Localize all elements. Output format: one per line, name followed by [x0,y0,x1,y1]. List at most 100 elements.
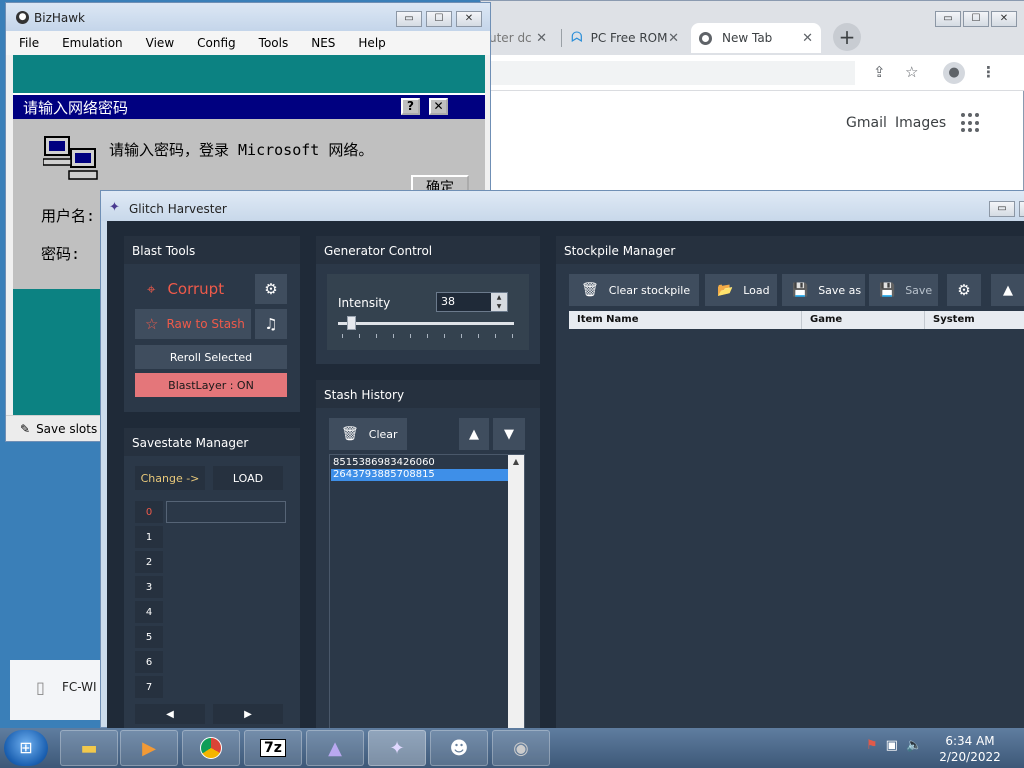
bizhawk-titlebar[interactable]: ● BizHawk ▭ ☐ ✕ [6,3,490,31]
stockpile-save-as-button[interactable]: 💾 Save as [782,274,865,306]
slider-tick [461,334,462,338]
savestate-next-page-button[interactable]: ▶ [213,704,283,724]
savestate-slot-6[interactable]: 6 [135,651,163,673]
glitch-harvester-titlebar[interactable]: ✦ Glitch Harvester ▭ [101,191,1024,221]
chrome-logo-icon [200,737,222,759]
gmail-link[interactable]: Gmail [846,115,887,131]
stockpile-load-button[interactable]: 📂 Load [705,274,777,306]
raw-to-stash-button[interactable]: ☆ Raw to Stash [135,309,251,339]
action-center-flag-icon[interactable]: ⚑ [866,738,878,753]
close-button[interactable]: ✕ [456,11,482,27]
savestate-slot-7[interactable]: 7 [135,676,163,698]
music-button[interactable]: ♫ [255,309,287,339]
taskbar-7zip[interactable]: 7z [244,730,302,766]
profile-avatar-icon[interactable]: ● [943,62,965,84]
minimize-button[interactable]: ▭ [989,201,1015,217]
folder-icon: 📂 [717,282,734,298]
save-slot-icon: ✎ [20,421,31,436]
new-tab-button[interactable]: + [833,23,861,51]
corrupt-button[interactable]: ⌖ Corrupt [135,274,251,304]
share-icon[interactable]: ⇪ [873,63,886,81]
chrome-tab-1[interactable]: uter dc ✕ [481,23,555,53]
music-note-icon: ♫ [264,315,278,333]
menu-kebab-icon[interactable]: ⋮ [981,63,996,81]
bizhawk-logo-icon: ● [16,11,29,24]
chevron-down-icon[interactable]: ▼ [491,302,507,311]
change-button[interactable]: Change -> [135,466,205,490]
bookmark-star-icon[interactable]: ☆ [905,63,918,81]
column-header-system[interactable]: System [925,311,1024,329]
menu-config[interactable]: Config [184,36,246,50]
slider-tick [427,334,428,338]
close-icon[interactable]: ✕ [802,31,813,46]
column-header-game[interactable]: Game [802,311,925,329]
menu-view[interactable]: View [133,36,184,50]
savestate-slot-5[interactable]: 5 [135,626,163,648]
savestate-slot-0[interactable]: 0 [135,501,163,523]
stockpile-move-up-button[interactable]: ▲ [991,274,1024,306]
generator-control-header: Generator Control [316,236,540,264]
glitch-harvester-logo-icon: ✦ [109,200,120,215]
stash-scrollbar[interactable]: ▲ [508,455,524,728]
stockpile-table-body[interactable] [569,329,1024,729]
taskbar-bizhawk[interactable]: ◉ [492,730,550,766]
window-title: BizHawk [34,11,86,25]
chrome-tab-2[interactable]: ᗣ PC Free ROM ✕ [563,23,687,53]
stockpile-settings-button[interactable]: ⚙ [947,274,981,306]
clear-stockpile-button[interactable]: 🗑 Clear stockpile [569,274,699,306]
stockpile-save-button[interactable]: 💾 Save [869,274,938,306]
stash-move-down-button[interactable]: ▼ [493,418,525,450]
chrome-tab-new-tab[interactable]: New Tab ✕ [691,23,821,53]
savestate-prev-page-button[interactable]: ◀ [135,704,205,724]
menu-emulation[interactable]: Emulation [49,36,133,50]
menu-tools[interactable]: Tools [246,36,299,50]
stash-clear-button[interactable]: 🗑 Clear [329,418,407,450]
minimize-button[interactable]: ▭ [396,11,422,27]
stash-move-up-button[interactable]: ▲ [459,418,489,450]
close-button[interactable]: ✕ [991,11,1017,27]
stash-history-item[interactable]: 2643793885708815 [331,469,508,481]
scroll-up-icon[interactable]: ▲ [508,455,524,469]
taskbar-clock[interactable]: 6:34 AM 2/20/2022 [930,733,1010,765]
menu-help[interactable]: Help [345,36,395,50]
desktop-file-label[interactable]: FC-WI [62,680,97,694]
close-icon[interactable]: ✕ [536,31,547,46]
maximize-button[interactable]: ☐ [426,11,452,27]
close-icon[interactable]: ✕ [668,31,679,46]
address-bar[interactable] [481,61,855,85]
network-icon[interactable]: ▣ [886,738,898,753]
menu-nes[interactable]: NES [298,36,345,50]
chevron-up-icon[interactable]: ▲ [491,293,507,302]
savestate-slot-4[interactable]: 4 [135,601,163,623]
taskbar-rtc[interactable]: ▲ [306,730,364,766]
intensity-slider-track[interactable] [338,322,514,325]
minimize-button[interactable]: ▭ [935,11,961,27]
column-header-item-name[interactable]: Item Name [569,311,802,329]
images-link[interactable]: Images [895,115,946,131]
start-button[interactable]: ⊞ [4,730,48,766]
savestate-slot-1[interactable]: 1 [135,526,163,548]
stash-history-item[interactable]: 8515386983426060 [331,457,508,469]
blastlayer-toggle-button[interactable]: BlastLayer : ON [135,373,287,397]
taskbar-glitch-harvester[interactable]: ✦ [368,730,426,766]
stash-history-list[interactable]: 8515386983426060 2643793885708815 ▲ [329,454,525,729]
maximize-button[interactable]: ☐ [963,11,989,27]
bizhawk-menubar: File Emulation View Config Tools NES Hel… [6,31,490,55]
intensity-slider-thumb[interactable] [347,316,356,330]
reroll-selected-button[interactable]: Reroll Selected [135,345,287,369]
apps-grid-icon[interactable] [961,113,981,133]
taskbar-anonymous-app[interactable]: ☻ [430,730,488,766]
blast-settings-button[interactable]: ⚙ [255,274,287,304]
menu-file[interactable]: File [6,36,49,50]
taskbar-chrome[interactable] [182,730,240,766]
savestate-slot-2[interactable]: 2 [135,551,163,573]
load-button[interactable]: LOAD [213,466,283,490]
taskbar-media-player[interactable]: ▶ [120,730,178,766]
savestate-slot-3[interactable]: 3 [135,576,163,598]
taskbar-explorer[interactable]: ▬ [60,730,118,766]
floppy-disk-icon: 💾 [792,282,809,298]
volume-icon[interactable]: 🔈 [906,738,922,753]
maximize-button[interactable] [1019,201,1024,217]
savestate-slot-0-name-field[interactable] [166,501,286,523]
corrupt-label: Corrupt [167,280,225,298]
